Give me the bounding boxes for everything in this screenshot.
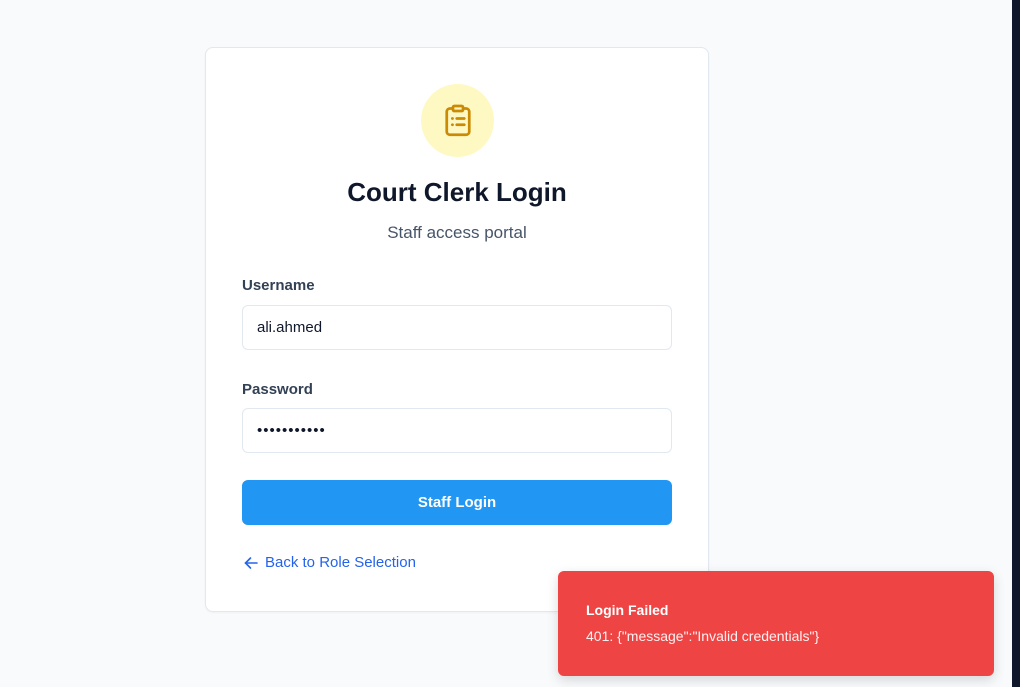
- clipboard-list-icon: [444, 104, 471, 136]
- role-badge: [421, 84, 494, 157]
- back-to-role-selection-link[interactable]: Back to Role Selection: [244, 554, 416, 571]
- error-toast[interactable]: Login Failed 401: {"message":"Invalid cr…: [558, 571, 994, 676]
- login-card: Court Clerk Login Staff access portal Us…: [205, 47, 709, 612]
- scrollbar-strip: [1012, 0, 1020, 687]
- page-subtitle: Staff access portal: [387, 223, 527, 242]
- staff-login-button[interactable]: Staff Login: [242, 480, 672, 525]
- page-title: Court Clerk Login: [347, 177, 567, 207]
- username-input[interactable]: [242, 305, 672, 350]
- password-label: Password: [242, 381, 313, 398]
- username-label: Username: [242, 277, 315, 294]
- back-link-label: Back to Role Selection: [265, 554, 416, 571]
- password-input[interactable]: •••••••••••: [242, 408, 672, 453]
- toast-message: 401: {"message":"Invalid credentials"}: [586, 628, 820, 644]
- toast-title: Login Failed: [586, 602, 669, 618]
- arrow-left-icon: [244, 556, 258, 569]
